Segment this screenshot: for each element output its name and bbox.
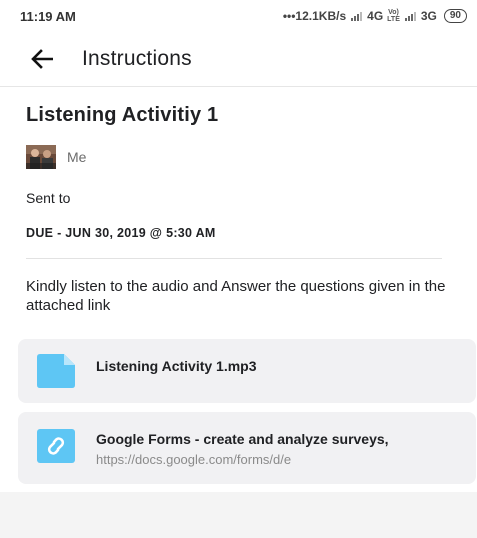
status-time: 11:19 AM bbox=[20, 8, 76, 24]
battery-icon: 90 bbox=[443, 9, 467, 23]
file-icon bbox=[37, 354, 75, 388]
link-icon bbox=[37, 429, 75, 463]
battery-level: 90 bbox=[449, 10, 461, 21]
page-title: Instructions bbox=[82, 47, 192, 70]
avatar[interactable] bbox=[26, 145, 56, 169]
due-date: DUE - JUN 30, 2019 @ 5:30 AM bbox=[26, 226, 216, 240]
author-row: Me bbox=[26, 145, 86, 169]
status-indicators: •••12.1KB/s 4G Vo) LTE 3G 90 bbox=[283, 9, 467, 23]
network-type-1: 4G bbox=[367, 9, 384, 23]
header-divider bbox=[0, 86, 477, 87]
assignment-title: Listening Activitiy 1 bbox=[26, 104, 219, 126]
content-divider bbox=[26, 258, 442, 259]
back-arrow-icon[interactable] bbox=[28, 45, 56, 73]
author-name: Me bbox=[67, 149, 87, 165]
signal-icon bbox=[351, 11, 363, 21]
network-type-2: 3G bbox=[420, 9, 437, 23]
attachment-link[interactable]: Google Forms - create and analyze survey… bbox=[18, 412, 476, 484]
attachment-title: Google Forms - create and analyze survey… bbox=[96, 431, 389, 447]
attachment-url: https://docs.google.com/forms/d/e bbox=[96, 452, 292, 467]
attachment-text: Google Forms - create and analyze survey… bbox=[96, 431, 389, 467]
network-speed: •••12.1KB/s bbox=[282, 9, 347, 23]
signal-icon bbox=[404, 11, 416, 21]
sent-to-label: Sent to bbox=[26, 190, 71, 206]
bottom-panel bbox=[0, 492, 477, 538]
attachment-text: Listening Activity 1.mp3 bbox=[96, 358, 257, 374]
attachment-audio-file[interactable]: Listening Activity 1.mp3 bbox=[18, 339, 476, 403]
status-bar: 11:19 AM •••12.1KB/s 4G Vo) LTE 3G 90 bbox=[0, 0, 477, 32]
attachment-title: Listening Activity 1.mp3 bbox=[96, 358, 257, 374]
volte-icon: Vo) LTE bbox=[387, 9, 400, 23]
app-bar: Instructions bbox=[0, 36, 477, 82]
instructions-text: Kindly listen to the audio and Answer th… bbox=[26, 278, 446, 314]
